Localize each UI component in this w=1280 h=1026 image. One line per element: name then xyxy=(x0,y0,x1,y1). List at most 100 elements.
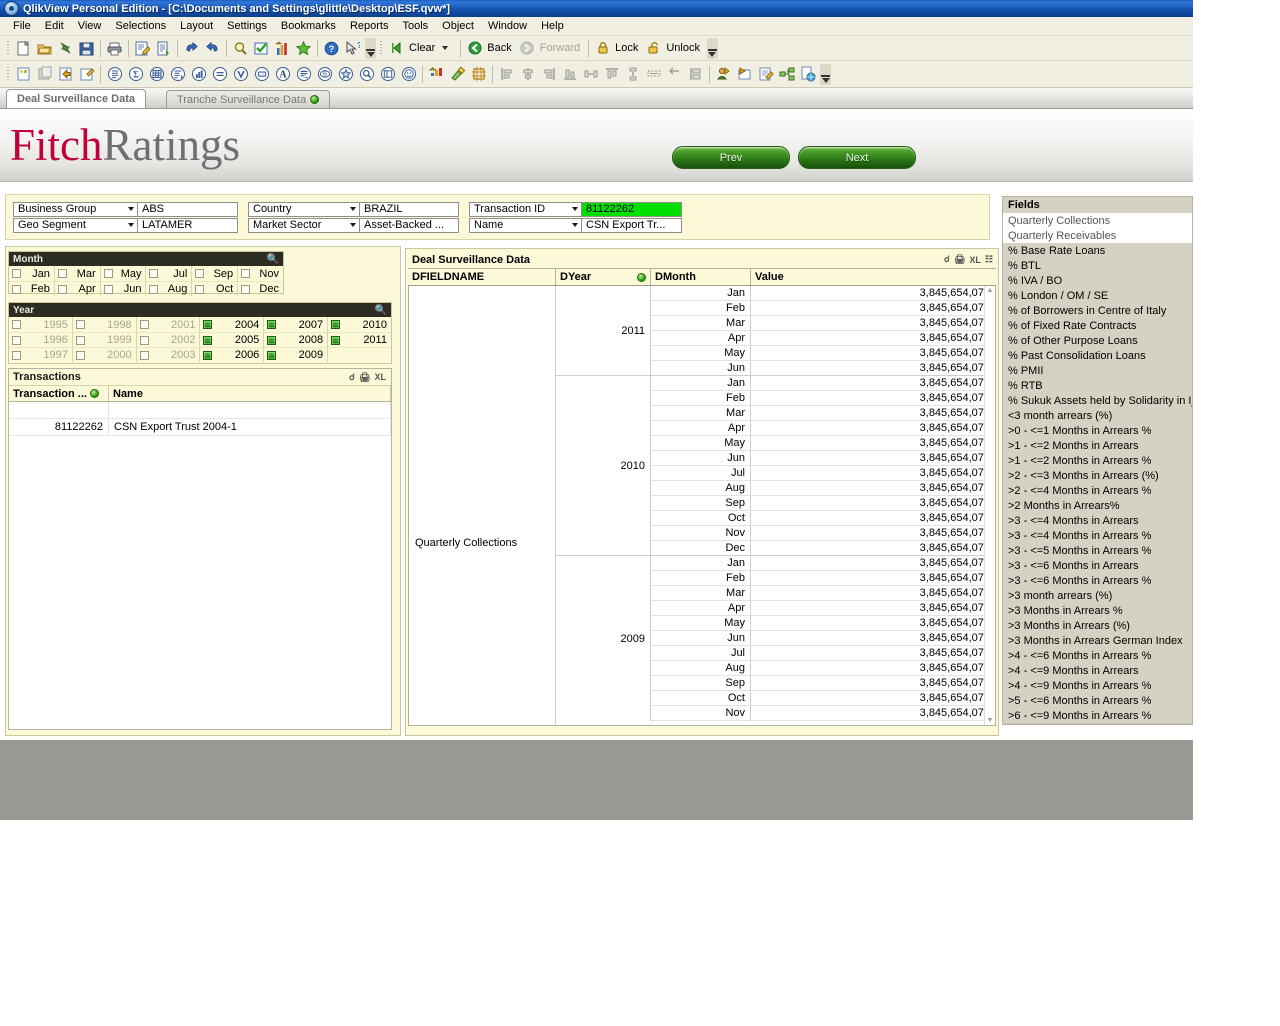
checkbox-icon[interactable] xyxy=(139,335,149,345)
data-row[interactable]: Jun 3,845,654,070 xyxy=(651,451,995,466)
sheet-properties-icon[interactable] xyxy=(76,65,97,84)
geo-segment-value[interactable]: LATAMER xyxy=(138,217,238,233)
publish-icon[interactable] xyxy=(734,65,755,84)
menu-item-settings[interactable]: Settings xyxy=(220,19,274,33)
field-list-item[interactable]: % Past Consolidation Loans xyxy=(1003,348,1192,363)
data-row[interactable]: Apr 3,845,654,070 xyxy=(651,601,995,616)
checkbox-icon[interactable] xyxy=(195,284,205,294)
checkbox-icon[interactable] xyxy=(103,284,113,294)
checkbox-icon[interactable] xyxy=(139,350,149,360)
data-row[interactable]: Mar 3,845,654,070 xyxy=(651,316,995,331)
menu-item-window[interactable]: Window xyxy=(481,19,534,33)
data-row[interactable]: Oct 3,845,654,070 xyxy=(651,511,995,526)
field-list-item[interactable]: % of Borrowers in Centre of Italy xyxy=(1003,303,1192,318)
checkbox-icon[interactable] xyxy=(267,350,277,360)
snap-to-grid-icon[interactable] xyxy=(468,65,489,84)
filter-row-market-sector[interactable]: Market Sector Asset-Backed ... xyxy=(248,217,459,233)
open-icon[interactable] xyxy=(34,39,55,58)
checkbox-icon[interactable] xyxy=(12,269,21,278)
data-row[interactable]: Feb 3,845,654,070 xyxy=(651,391,995,406)
data-row[interactable]: Mar 3,845,654,070 xyxy=(651,406,995,421)
checkbox-icon[interactable] xyxy=(75,335,85,345)
column-header-dmonth[interactable]: DMonth xyxy=(651,269,751,285)
menu-item-view[interactable]: View xyxy=(71,19,109,33)
field-list-item[interactable]: % IVA / BO xyxy=(1003,273,1192,288)
data-row[interactable]: Jan 3,845,654,070 xyxy=(651,556,995,571)
links-icon[interactable] xyxy=(776,65,797,84)
checkbox-icon[interactable] xyxy=(57,269,67,278)
business-group-selector[interactable]: Business Group xyxy=(13,201,138,217)
year-item-1998[interactable]: 1998 xyxy=(73,317,136,332)
field-list-item[interactable]: >2 Months in Arrears% xyxy=(1003,498,1192,513)
checkbox-icon[interactable] xyxy=(103,269,113,278)
year-item-2000[interactable]: 2000 xyxy=(72,347,136,362)
button-icon[interactable] xyxy=(251,65,272,84)
field-list-item[interactable]: % Sukuk Assets held by Solidarity in Ija xyxy=(1003,393,1192,408)
column-header-transaction-id[interactable]: Transaction ... xyxy=(9,386,109,401)
menu-item-layout[interactable]: Layout xyxy=(173,19,220,33)
data-row[interactable]: Jan 3,845,654,070 xyxy=(651,376,995,391)
chevron-down-icon[interactable] xyxy=(350,207,356,211)
tab-tranche-surveillance-data[interactable]: Tranche Surveillance Data xyxy=(166,90,331,108)
column-header-name[interactable]: Name xyxy=(109,386,391,401)
data-row[interactable]: Apr 3,845,654,070 xyxy=(651,331,995,346)
data-row[interactable]: May 3,845,654,070 xyxy=(651,436,995,451)
list-box-icon[interactable] xyxy=(104,65,125,84)
month-item-apr[interactable]: Apr xyxy=(54,281,100,296)
name-value[interactable]: CSN Export Tr... xyxy=(582,217,682,233)
transaction-id-value[interactable]: 81122262 xyxy=(582,201,682,217)
field-list-item[interactable]: % of Fixed Rate Contracts xyxy=(1003,318,1192,333)
filter-row-transaction-id[interactable]: Transaction ID 81122262 xyxy=(469,201,682,217)
business-group-value[interactable]: ABS xyxy=(138,201,238,217)
magnifier-icon[interactable]: 🔍 xyxy=(267,254,279,265)
scroll-up-arrow[interactable]: ▲ xyxy=(985,286,995,295)
data-row[interactable]: Nov 3,845,654,070 xyxy=(651,706,995,721)
table-viewer-icon[interactable] xyxy=(153,39,174,58)
data-row[interactable]: Jun 3,845,654,070 xyxy=(651,361,995,376)
checkbox-icon[interactable] xyxy=(267,335,277,345)
transaction-id-selector[interactable]: Transaction ID xyxy=(469,201,582,217)
scroll-down-arrow[interactable]: ▼ xyxy=(985,716,995,725)
year-item-1997[interactable]: 1997 xyxy=(9,347,72,362)
checkbox-icon[interactable] xyxy=(203,335,213,345)
month-item-nov[interactable]: Nov xyxy=(238,266,283,281)
checkbox-icon[interactable] xyxy=(12,335,21,345)
maximize-icon[interactable]: ☷ xyxy=(985,254,993,265)
chevron-down-icon[interactable] xyxy=(128,207,134,211)
checkbox-icon[interactable] xyxy=(267,320,277,329)
year-item-1995[interactable]: 1995 xyxy=(9,317,72,332)
data-row[interactable]: Jul 3,845,654,070 xyxy=(651,466,995,481)
chart-wizard-icon[interactable] xyxy=(272,39,293,58)
toolbar-overflow-icon-2[interactable] xyxy=(706,37,718,59)
undo-icon[interactable] xyxy=(181,39,202,58)
new-icon[interactable] xyxy=(13,39,34,58)
filter-row-geo-segment[interactable]: Geo Segment LATAMER xyxy=(13,217,238,233)
year-item-2002[interactable]: 2002 xyxy=(136,332,200,347)
menu-item-selections[interactable]: Selections xyxy=(108,19,173,33)
month-item-oct[interactable]: Oct xyxy=(192,281,238,296)
field-list-item[interactable]: >3 - <=6 Months in Arrears % xyxy=(1003,573,1192,588)
tab-deal-surveillance-data[interactable]: Deal Surveillance Data xyxy=(6,89,147,108)
vertical-scrollbar[interactable]: ▲ ▼ xyxy=(984,286,995,725)
year-item-2005[interactable]: 2005 xyxy=(200,332,264,347)
column-header-value[interactable]: Value xyxy=(751,269,995,285)
data-row[interactable]: Aug 3,845,654,070 xyxy=(651,481,995,496)
field-list-item[interactable]: % BTL xyxy=(1003,258,1192,273)
design-grid-icon[interactable] xyxy=(426,65,447,84)
month-item-aug[interactable]: Aug xyxy=(146,281,192,296)
year-item-2008[interactable]: 2008 xyxy=(264,332,328,347)
chart-icon[interactable] xyxy=(188,65,209,84)
menu-item-object[interactable]: Object xyxy=(435,19,481,33)
menu-item-reports[interactable]: Reports xyxy=(343,19,396,33)
table-row[interactable]: 81122262 CSN Export Trust 2004-1 xyxy=(9,419,391,436)
lock-button[interactable]: Lock xyxy=(613,39,643,58)
back-icon[interactable] xyxy=(464,39,485,58)
data-row[interactable]: Oct 3,845,654,070 xyxy=(651,691,995,706)
field-list-item[interactable]: >4 - <=9 Months in Arrears % xyxy=(1003,678,1192,693)
checkbox-icon[interactable] xyxy=(75,350,85,360)
clear-icon[interactable] xyxy=(386,39,407,58)
field-list-item[interactable]: >3 month arrears (%) xyxy=(1003,588,1192,603)
edit-script-icon[interactable] xyxy=(132,39,153,58)
field-list-item[interactable]: >3 - <=4 Months in Arrears xyxy=(1003,513,1192,528)
month-item-dec[interactable]: Dec xyxy=(238,281,283,296)
